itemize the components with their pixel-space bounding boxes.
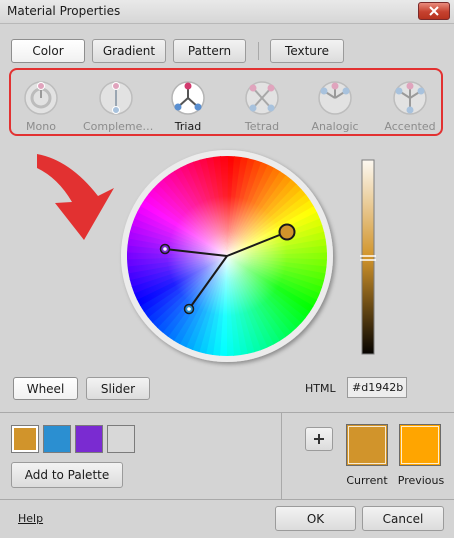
- luminance-slider[interactable]: [361, 159, 375, 355]
- luminance-slider-handle[interactable]: [360, 255, 376, 261]
- add-to-palette-label: Add to Palette: [24, 468, 110, 482]
- window-title: Material Properties: [7, 4, 121, 18]
- complementary-harmony-icon: [99, 81, 133, 115]
- tab-separator: [258, 42, 259, 60]
- section-divider: [0, 412, 454, 413]
- help-link[interactable]: Help: [18, 512, 43, 525]
- harmony-lines: [164, 231, 288, 310]
- triad-harmony-icon: [171, 81, 205, 115]
- footer-divider: [0, 499, 454, 500]
- tab-pattern-label: Pattern: [187, 44, 232, 58]
- plus-icon: [314, 434, 324, 444]
- harmony-accented[interactable]: Accented: [377, 73, 443, 135]
- tab-gradient[interactable]: Gradient: [92, 39, 166, 63]
- harmony-tetrad-label: Tetrad: [244, 120, 280, 133]
- ok-button[interactable]: OK: [275, 506, 356, 531]
- palette-swatch[interactable]: [75, 425, 103, 453]
- tab-pattern[interactable]: Pattern: [173, 39, 246, 63]
- harmony-triad-label: Triad: [174, 120, 202, 133]
- add-current-button[interactable]: [305, 427, 333, 451]
- harmony-mono[interactable]: Mono: [8, 73, 74, 135]
- hue-wedges: [126, 155, 328, 356]
- wheel-mode-button[interactable]: Wheel: [13, 377, 78, 400]
- harmony-complementary[interactable]: Compleme…: [83, 73, 154, 135]
- current-label: Current: [346, 474, 388, 487]
- wheel-mode-label: Wheel: [26, 381, 65, 396]
- slider-mode-button[interactable]: Slider: [86, 377, 150, 400]
- analogic-harmony-icon: [318, 81, 352, 115]
- palette-divider: [281, 413, 282, 499]
- palette-swatch[interactable]: [107, 425, 135, 453]
- palette-swatch[interactable]: [11, 425, 39, 453]
- harmony-analogic-label: Analogic: [311, 120, 359, 133]
- ok-label: OK: [306, 511, 325, 526]
- tab-texture-label: Texture: [285, 44, 329, 58]
- close-button[interactable]: [418, 2, 450, 20]
- secondary-color-handle[interactable]: [159, 243, 171, 255]
- current-color-swatch: [346, 424, 388, 466]
- tetrad-harmony-icon: [245, 81, 279, 115]
- harmony-tetrad[interactable]: Tetrad: [229, 73, 295, 135]
- tertiary-color-handle[interactable]: [183, 303, 195, 315]
- tab-gradient-label: Gradient: [102, 44, 156, 58]
- cancel-button[interactable]: Cancel: [362, 506, 444, 531]
- harmony-analogic[interactable]: Analogic: [302, 73, 368, 135]
- add-to-palette-button[interactable]: Add to Palette: [11, 462, 123, 488]
- annotation-arrow: [37, 154, 114, 240]
- harmony-triad[interactable]: Triad: [155, 73, 221, 135]
- tab-color[interactable]: Color: [11, 39, 85, 63]
- hex-input[interactable]: #d1942b: [347, 377, 407, 398]
- tab-color-label: Color: [32, 44, 64, 58]
- harmony-mono-label: Mono: [26, 120, 56, 133]
- previous-label: Previous: [397, 474, 445, 487]
- tab-texture[interactable]: Texture: [270, 39, 344, 63]
- harmony-complementary-label: Compleme…: [83, 120, 154, 133]
- primary-color-handle[interactable]: [278, 223, 296, 241]
- accented-harmony-icon: [393, 81, 427, 115]
- palette-swatch[interactable]: [43, 425, 71, 453]
- cancel-label: Cancel: [382, 511, 424, 526]
- slider-mode-label: Slider: [100, 381, 136, 396]
- previous-color-swatch[interactable]: [399, 424, 441, 466]
- mono-harmony-icon: [24, 81, 58, 115]
- color-wheel: [121, 150, 333, 362]
- close-icon: [429, 6, 439, 16]
- title-bar: Material Properties: [0, 0, 454, 24]
- html-label: HTML: [305, 382, 336, 395]
- harmony-accented-label: Accented: [384, 120, 436, 133]
